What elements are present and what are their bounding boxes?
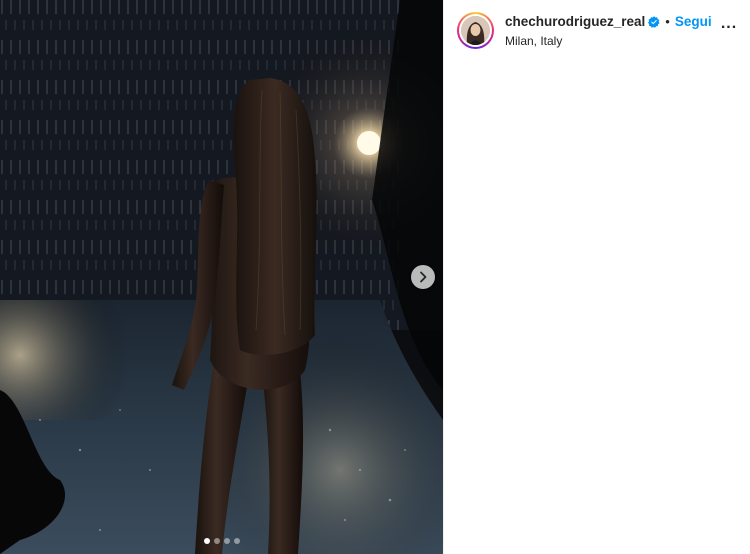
verified-badge-icon [648, 15, 660, 28]
more-options-icon[interactable]: ... [718, 15, 740, 33]
carousel-next-button[interactable] [411, 265, 435, 289]
avatar-image [461, 16, 490, 45]
username-link[interactable]: chechurodriguez_real [505, 14, 645, 29]
separator-dot: • [665, 14, 670, 29]
carousel-dot-4 [233, 538, 240, 544]
post-media[interactable] [0, 0, 443, 554]
chevron-right-icon [420, 271, 427, 283]
post-side-panel: chechurodriguez_real • Segui Milan, Ital… [443, 0, 750, 554]
avatar[interactable] [457, 12, 494, 49]
carousel-dot-1 [203, 538, 210, 544]
post-container: chechurodriguez_real • Segui Milan, Ital… [0, 0, 750, 554]
post-author-info: chechurodriguez_real • Segui Milan, Ital… [505, 14, 718, 48]
location-link[interactable]: Milan, Italy [505, 34, 718, 48]
carousel-dot-2 [213, 538, 220, 544]
follow-button[interactable]: Segui [675, 14, 712, 29]
post-photo [0, 0, 443, 554]
carousel-indicator [0, 538, 443, 544]
post-header: chechurodriguez_real • Segui Milan, Ital… [444, 0, 750, 60]
carousel-dot-3 [223, 538, 230, 544]
